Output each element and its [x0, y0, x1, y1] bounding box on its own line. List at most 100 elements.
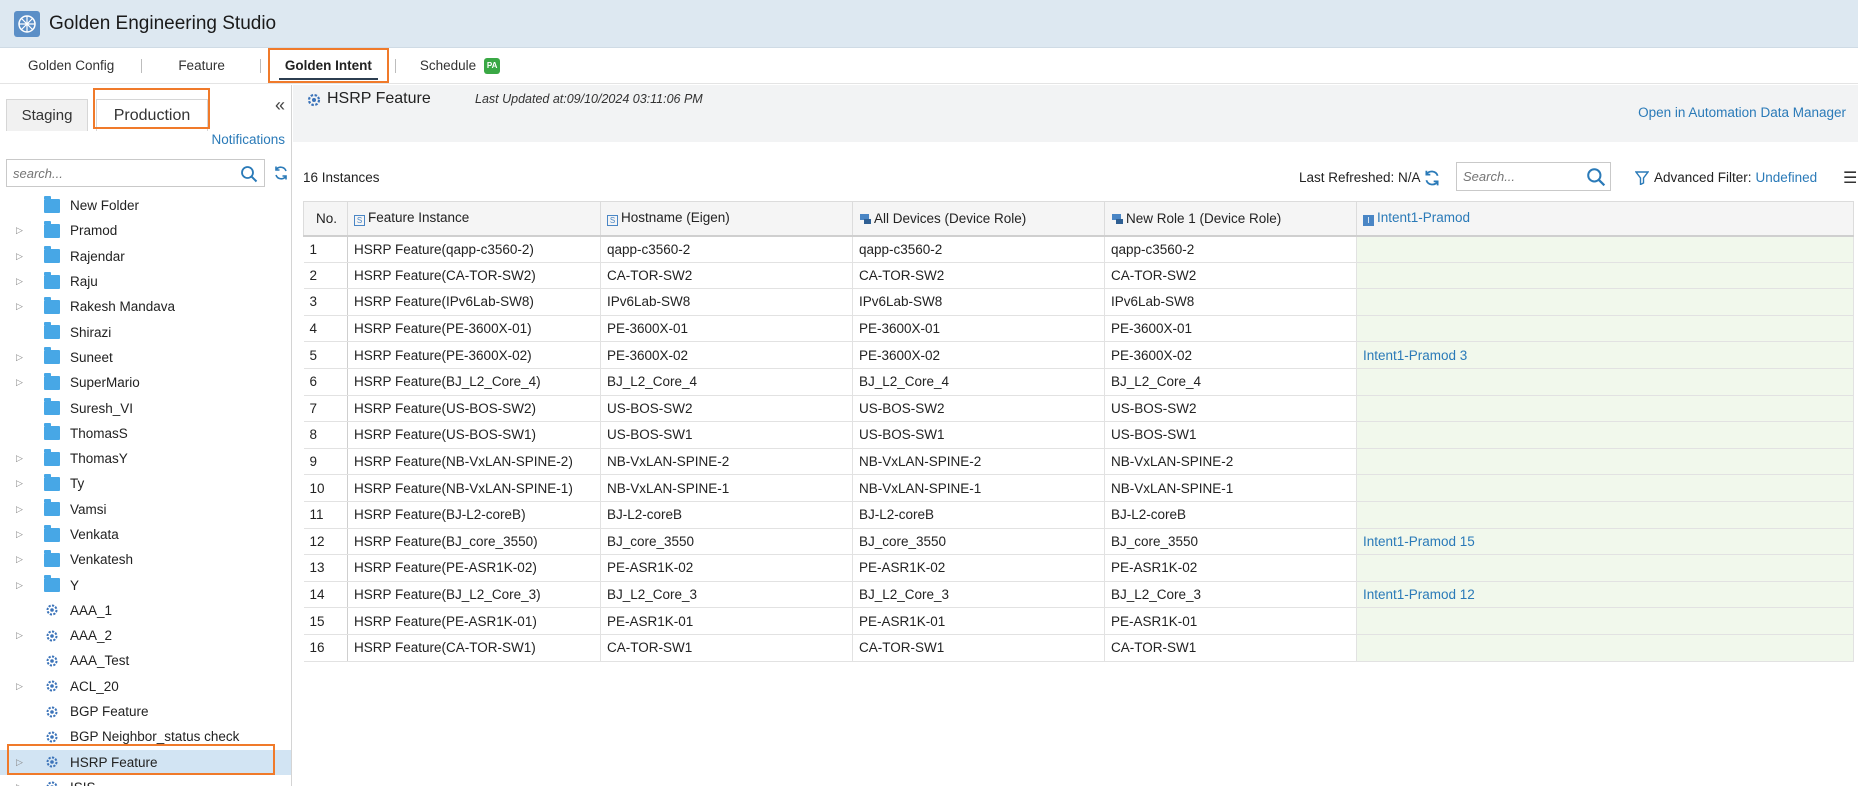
expand-arrow-icon[interactable]: ▷	[16, 352, 30, 363]
expand-arrow-icon[interactable]: ▷	[16, 630, 30, 641]
cell-role: IPv6Lab-SW8	[1104, 288, 1357, 316]
tree-item[interactable]: ▷ Venkatesh	[0, 547, 291, 572]
cell-no: 12	[303, 528, 348, 556]
tree-item[interactable]: ▷ Pramod	[0, 218, 291, 243]
col-header-new-role[interactable]: New Role 1 (Device Role)	[1104, 201, 1357, 237]
col-header-hostname[interactable]: S Hostname (Eigen)	[600, 201, 853, 237]
tree-item[interactable]: ▷ Rakesh Mandava	[0, 294, 291, 319]
cell-host: PE-3600X-01	[600, 315, 853, 343]
column-menu-icon[interactable]: ☰	[1843, 168, 1857, 188]
expand-arrow-icon[interactable]: ▷	[16, 580, 30, 591]
col-header-feature-instance[interactable]: S Feature Instance	[347, 201, 601, 237]
advanced-filter[interactable]: Advanced Filter: Undefined	[1635, 170, 1817, 185]
cell-intent	[1356, 554, 1854, 582]
cell-all: CA-TOR-SW1	[852, 634, 1105, 662]
expand-arrow-icon[interactable]: ▷	[16, 681, 30, 692]
tree-item[interactable]: ▷ Raju	[0, 269, 291, 294]
cell-role: BJ_L2_Core_4	[1104, 368, 1357, 396]
cell-intent[interactable]: Intent1-Pramod 3	[1356, 341, 1854, 369]
col-header-all-devices[interactable]: All Devices (Device Role)	[852, 201, 1105, 237]
cell-intent[interactable]: Intent1-Pramod 12	[1356, 581, 1854, 609]
notifications-link[interactable]: Notifications	[211, 132, 285, 147]
tab-golden-config[interactable]: Golden Config	[0, 48, 143, 84]
instance-search-input[interactable]	[1463, 169, 1583, 184]
table-row[interactable]: 14 HSRP Feature(BJ_L2_Core_3) BJ_L2_Core_3…	[303, 581, 1854, 609]
table-row[interactable]: 8 HSRP Feature(US-BOS-SW1) US-BOS-SW1 US-BO…	[303, 421, 1854, 449]
expand-arrow-icon[interactable]: ▷	[16, 554, 30, 565]
tree-item[interactable]: ▷ Ty	[0, 471, 291, 496]
table-row[interactable]: 12 HSRP Feature(BJ_core_3550) BJ_core_3550…	[303, 528, 1854, 556]
expand-arrow-icon[interactable]: ▷	[16, 757, 30, 768]
table-row[interactable]: 1 HSRP Feature(qapp-c3560-2) qapp-c3560-2 q…	[303, 235, 1854, 263]
expand-arrow-icon[interactable]: ▷	[16, 504, 30, 515]
cell-instance: HSRP Feature(qapp-c3560-2)	[347, 235, 601, 263]
expand-arrow-icon[interactable]: ▷	[16, 377, 30, 388]
table-row[interactable]: 16 HSRP Feature(CA-TOR-SW1) CA-TOR-SW1 CA-T…	[303, 634, 1854, 662]
table-row[interactable]: 10 HSRP Feature(NB-VxLAN-SPINE-1) NB-VxLAN…	[303, 474, 1854, 502]
tree-item[interactable]: AAA_Test	[0, 648, 291, 673]
tab-staging[interactable]: Staging	[6, 99, 88, 131]
tree-item[interactable]: ▷ ACL_20	[0, 674, 291, 699]
table-row[interactable]: 6 HSRP Feature(BJ_L2_Core_4) BJ_L2_Core_4 B…	[303, 368, 1854, 396]
main-panel: HSRP Feature Last Updated at:09/10/2024 …	[293, 85, 1858, 786]
search-icon[interactable]	[1586, 167, 1606, 187]
tree-item[interactable]: ▷ Rajendar	[0, 244, 291, 269]
tree-item-label: Suneet	[70, 349, 113, 365]
cell-all: CA-TOR-SW2	[852, 262, 1105, 290]
tree-item[interactable]: ▷ SuperMario	[0, 370, 291, 395]
tree-item[interactable]: ▷ AAA_2	[0, 623, 291, 648]
open-adm-link[interactable]: Open in Automation Data Manager	[1638, 105, 1846, 120]
cell-all: US-BOS-SW2	[852, 395, 1105, 423]
tree-item[interactable]: ▷ Vamsi	[0, 497, 291, 522]
tree-item[interactable]: ▷ Venkata	[0, 522, 291, 547]
expand-arrow-icon[interactable]: ▷	[16, 301, 30, 312]
tab-schedule[interactable]: Schedule PA	[396, 48, 524, 84]
table-row[interactable]: 3 HSRP Feature(IPv6Lab-SW8) IPv6Lab-SW8 IPv…	[303, 288, 1854, 316]
table-row[interactable]: 2 HSRP Feature(CA-TOR-SW2) CA-TOR-SW2 CA-TO…	[303, 262, 1854, 290]
expand-arrow-icon[interactable]: ▷	[16, 251, 30, 262]
col-header-no[interactable]: No.	[303, 201, 348, 237]
tree-item[interactable]: ▷ ISIS	[0, 775, 291, 786]
cell-host: BJ_L2_Core_4	[600, 368, 853, 396]
tree-item[interactable]: BGP Feature	[0, 699, 291, 724]
tree-item[interactable]: Shirazi	[0, 319, 291, 344]
tree-item[interactable]: ▷ HSRP Feature	[0, 749, 291, 775]
tree-item[interactable]: ▷ Y	[0, 572, 291, 597]
refresh-icon[interactable]	[1423, 169, 1441, 187]
tab-feature[interactable]: Feature	[142, 48, 261, 84]
table-row[interactable]: 11 HSRP Feature(BJ-L2-coreB) BJ-L2-coreB BJ…	[303, 501, 1854, 529]
table-row[interactable]: 5 HSRP Feature(PE-3600X-02) PE-3600X-02 PE-…	[303, 341, 1854, 369]
tree-search-input[interactable]	[13, 165, 233, 181]
pa-badge-icon: PA	[484, 57, 501, 74]
cell-instance: HSRP Feature(BJ_core_3550)	[347, 528, 601, 556]
table-row[interactable]: 4 HSRP Feature(PE-3600X-01) PE-3600X-01 PE-…	[303, 315, 1854, 343]
tab-production[interactable]: Production	[96, 99, 208, 131]
expand-arrow-icon[interactable]: ▷	[16, 478, 30, 489]
table-row[interactable]: 15 HSRP Feature(PE-ASR1K-01) PE-ASR1K-01 PE…	[303, 607, 1854, 635]
cell-intent[interactable]: Intent1-Pramod 15	[1356, 528, 1854, 556]
advanced-filter-value[interactable]: Undefined	[1756, 170, 1818, 185]
tree-item[interactable]: ▷ ThomasY	[0, 446, 291, 471]
tree-item[interactable]: Suresh_VI	[0, 395, 291, 420]
col-header-intent[interactable]: I Intent1-Pramod	[1356, 201, 1854, 237]
refresh-icon[interactable]	[273, 165, 289, 181]
collapse-panel-icon[interactable]: «	[275, 95, 285, 116]
tree-item[interactable]: ThomasS	[0, 421, 291, 446]
expand-arrow-icon[interactable]: ▷	[16, 453, 30, 464]
tab-golden-intent[interactable]: Golden Intent	[261, 48, 396, 84]
tree-item[interactable]: ▷ Suneet	[0, 345, 291, 370]
expand-arrow-icon[interactable]: ▷	[16, 225, 30, 236]
expand-arrow-icon[interactable]: ▷	[16, 782, 30, 786]
tree-item[interactable]: BGP Neighbor_status check	[0, 724, 291, 749]
search-icon[interactable]	[240, 165, 258, 183]
expand-arrow-icon[interactable]: ▷	[16, 529, 30, 540]
cell-no: 11	[303, 501, 348, 529]
cell-host: qapp-c3560-2	[600, 235, 853, 263]
tree-item-label: Venkatesh	[70, 552, 134, 568]
table-row[interactable]: 13 HSRP Feature(PE-ASR1K-02) PE-ASR1K-02 PE…	[303, 554, 1854, 582]
table-row[interactable]: 7 HSRP Feature(US-BOS-SW2) US-BOS-SW2 US-BO…	[303, 395, 1854, 423]
table-row[interactable]: 9 HSRP Feature(NB-VxLAN-SPINE-2) NB-VxLAN-…	[303, 448, 1854, 476]
expand-arrow-icon[interactable]: ▷	[16, 276, 30, 287]
tree-item[interactable]: AAA_1	[0, 598, 291, 623]
tree-item[interactable]: New Folder	[0, 193, 291, 218]
